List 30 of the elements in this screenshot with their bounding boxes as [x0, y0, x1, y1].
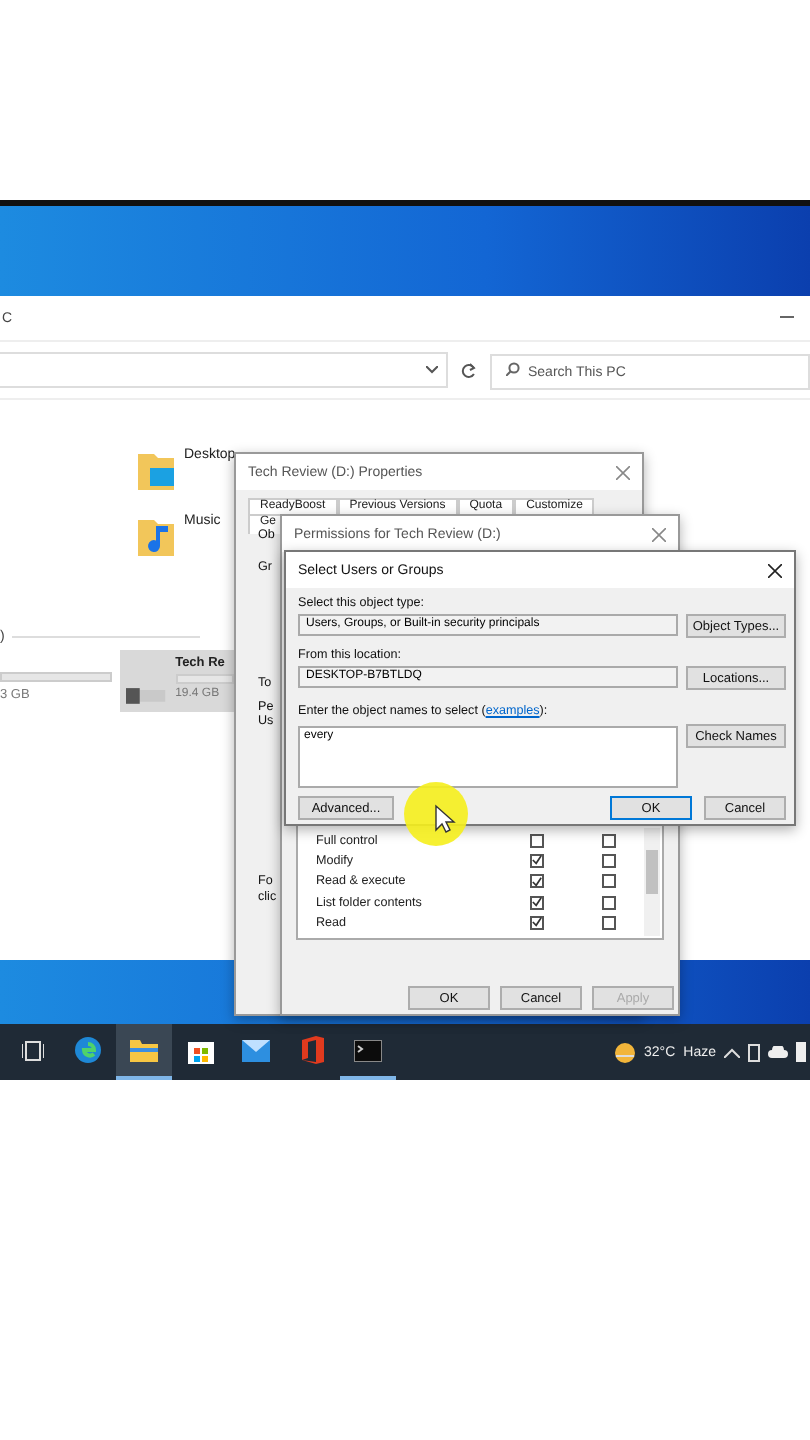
- caret-up-icon[interactable]: [724, 1047, 740, 1057]
- drive-icon: [126, 684, 170, 704]
- terminal-icon[interactable]: [354, 1039, 382, 1061]
- allow-checkbox[interactable]: [530, 853, 544, 868]
- scrollbar[interactable]: [644, 828, 660, 936]
- cloud-icon[interactable]: [768, 1046, 788, 1058]
- deny-checkbox[interactable]: [602, 853, 616, 868]
- store-bag-icon[interactable]: [187, 1036, 213, 1064]
- deny-checkbox[interactable]: [602, 874, 616, 889]
- music-folder-icon: [136, 514, 176, 558]
- allow-checkbox[interactable]: [530, 833, 544, 848]
- allow-checkbox[interactable]: [530, 895, 544, 910]
- deny-checkbox[interactable]: [602, 895, 616, 910]
- close-icon[interactable]: [768, 563, 782, 577]
- mail-icon[interactable]: [242, 1039, 270, 1061]
- weather-sun-icon[interactable]: [614, 1041, 637, 1063]
- deny-checkbox[interactable]: [602, 833, 616, 848]
- allow-checkbox[interactable]: [530, 915, 544, 930]
- refresh-icon[interactable]: [460, 361, 478, 379]
- chevron-down-icon[interactable]: [426, 366, 439, 374]
- minimize-icon[interactable]: [780, 316, 794, 320]
- folder-icon[interactable]: [130, 1038, 158, 1062]
- device-icon[interactable]: [748, 1043, 760, 1061]
- desktop-folder-icon: [136, 448, 176, 492]
- allow-checkbox[interactable]: [530, 874, 544, 889]
- task-view-icon[interactable]: [21, 1039, 43, 1061]
- deny-checkbox[interactable]: [602, 915, 616, 930]
- drive-usage-bar: [0, 672, 112, 682]
- browser-icon[interactable]: [74, 1036, 102, 1064]
- office-icon[interactable]: [301, 1036, 323, 1064]
